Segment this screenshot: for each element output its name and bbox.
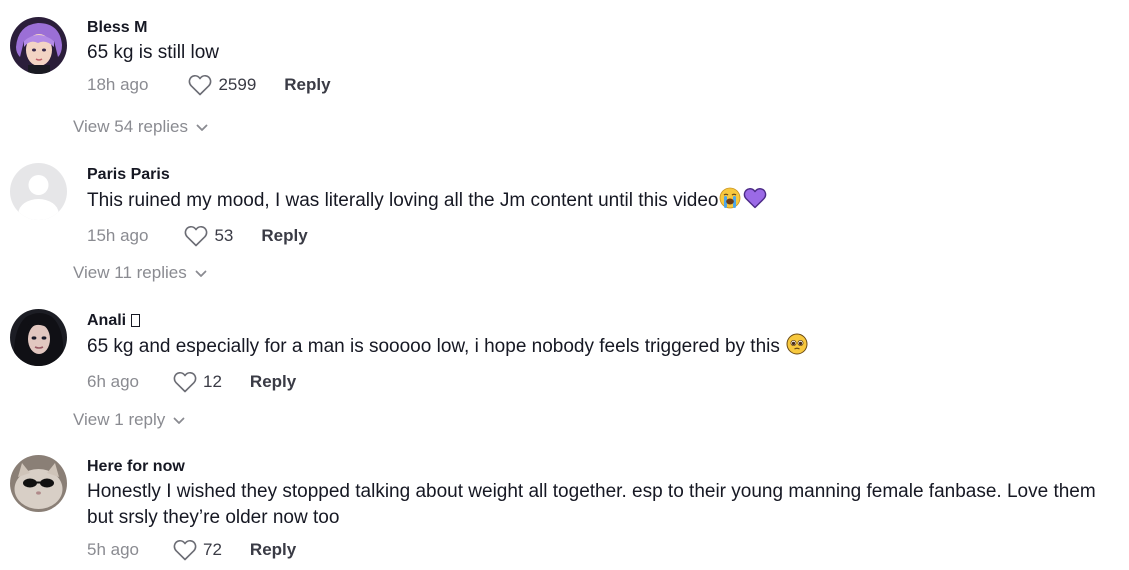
like-count: 72 (203, 540, 222, 559)
like-button[interactable]: 72 (173, 539, 222, 561)
comment-text-content: 65 kg and especially for a man is sooooo… (87, 336, 780, 357)
view-replies-button[interactable]: View 54 replies (73, 117, 208, 137)
pleading-face-icon (786, 333, 808, 363)
chevron-down-icon (173, 410, 185, 430)
comment-meta: 5h ago 72 Reply (87, 539, 1109, 561)
comment-username[interactable]: Paris Paris (87, 165, 1109, 185)
like-count: 2599 (218, 75, 257, 94)
comment-body: Here for now Honestly I wished they stop… (87, 457, 1109, 561)
comment-body: Bless M 65 kg is still low 18h ago 2599 … (87, 18, 1109, 96)
chevron-down-icon (196, 117, 208, 137)
comment-username-text: Anali (87, 312, 127, 329)
comment-time: 5h ago (87, 540, 139, 559)
comment-body: Paris Paris This ruined my mood, I was l… (87, 165, 1109, 247)
purple-heart-icon (743, 187, 767, 217)
comment-text: Honestly I wished they stopped talking a… (87, 479, 1109, 531)
comment-time: 6h ago (87, 372, 139, 391)
reply-button[interactable]: Reply (284, 75, 330, 95)
comment-meta: 15h ago 53 Reply (87, 225, 1109, 247)
like-button[interactable]: 12 (173, 371, 222, 393)
comment-item: Bless M 65 kg is still low 18h ago 2599 … (0, 0, 1129, 150)
reply-button[interactable]: Reply (250, 372, 296, 392)
heart-outline-icon (173, 371, 197, 393)
comment-text-content: Honestly I wished they stopped talking a… (87, 481, 1096, 528)
chevron-down-icon (195, 263, 207, 283)
view-replies-button[interactable]: View 1 reply (73, 410, 185, 430)
comment-time: 18h ago (87, 75, 149, 94)
comment-username[interactable]: Bless M (87, 18, 1109, 38)
like-count: 12 (203, 372, 222, 391)
comment-text: 65 kg and especially for a man is sooooo… (87, 333, 1109, 363)
avatar[interactable] (10, 309, 67, 366)
view-replies-label: View 54 replies (73, 117, 188, 136)
view-replies-label: View 11 replies (73, 263, 187, 282)
view-replies-label: View 1 reply (73, 410, 166, 429)
reply-button[interactable]: Reply (261, 226, 307, 246)
comment-time: 15h ago (87, 226, 149, 245)
avatar[interactable] (10, 455, 67, 512)
like-count: 53 (214, 226, 234, 245)
avatar[interactable] (10, 17, 67, 74)
view-replies-button[interactable]: View 11 replies (73, 263, 207, 283)
loudly-crying-face-icon (719, 187, 741, 217)
comment-text-content: This ruined my mood, I was literally lov… (87, 190, 719, 211)
comment-meta: 18h ago 2599 Reply (87, 74, 1109, 96)
avatar[interactable] (10, 163, 67, 220)
heart-outline-icon (189, 74, 212, 96)
comment-username[interactable]: Anali (87, 311, 1109, 331)
comment-meta: 6h ago 12 Reply (87, 371, 1109, 393)
like-button[interactable]: 2599 (188, 74, 256, 96)
unsupported-glyph-icon (131, 314, 141, 327)
heart-outline-icon (173, 539, 197, 561)
comment-username[interactable]: Here for now (87, 457, 1109, 477)
like-button[interactable]: 53 (184, 225, 233, 247)
comment-text-content: 65 kg is still low (87, 42, 219, 63)
comment-body: Anali 65 kg and especially for a man is … (87, 311, 1109, 393)
comment-text: 65 kg is still low (87, 40, 1109, 66)
reply-button[interactable]: Reply (250, 540, 296, 560)
heart-outline-icon (185, 225, 208, 247)
comment-text: This ruined my mood, I was literally lov… (87, 187, 1109, 217)
